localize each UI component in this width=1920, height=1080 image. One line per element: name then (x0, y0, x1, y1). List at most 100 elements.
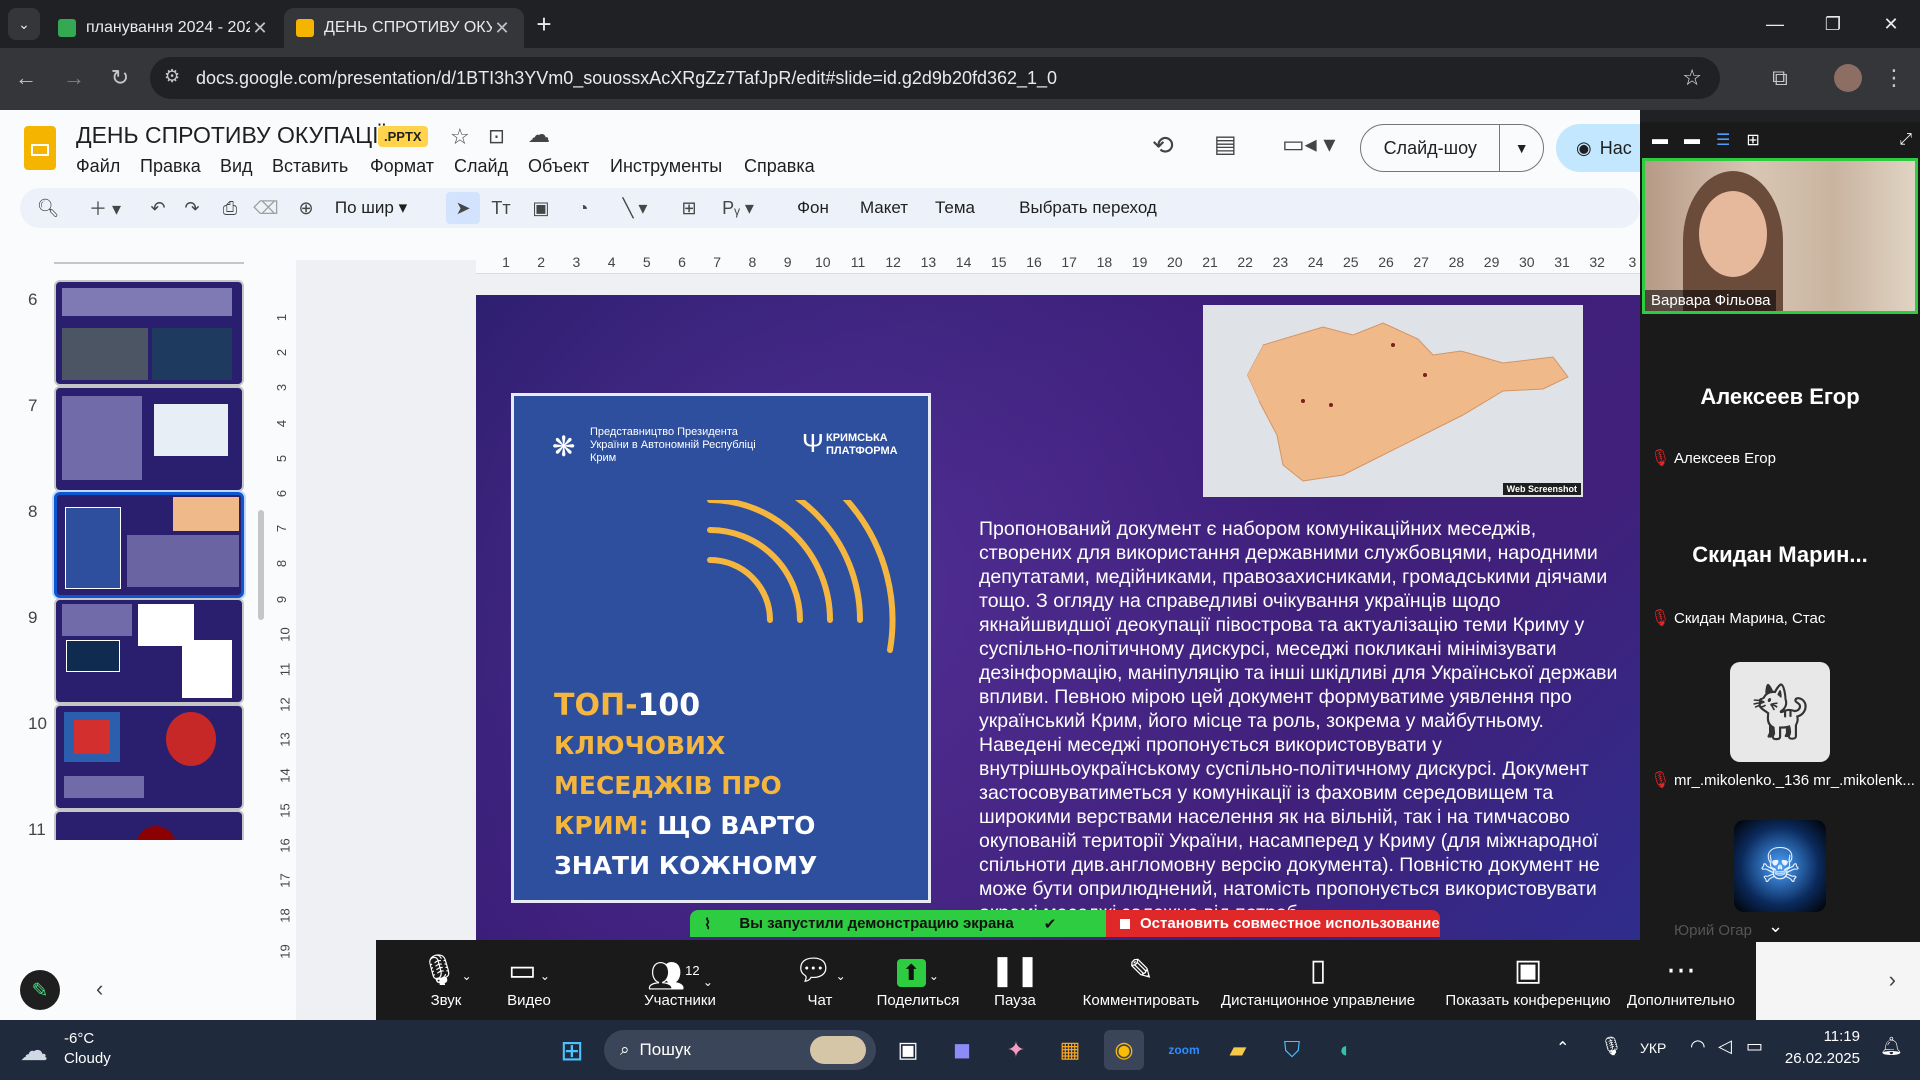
defender-icon[interactable]: ⛉ (1272, 1030, 1312, 1070)
version-history-icon[interactable]: ⟲ (1152, 130, 1174, 161)
slide-thumbnail-selected[interactable] (54, 492, 244, 598)
layout-button[interactable]: Макет (852, 192, 916, 224)
minimize-panel-icon[interactable]: ▬ (1652, 131, 1668, 149)
stop-sharing-button[interactable]: Остановить совместное использование (1106, 910, 1440, 937)
menu-file[interactable]: Файл (76, 156, 120, 177)
minimize-icon[interactable]: — (1746, 0, 1804, 48)
search-menus-icon[interactable]: 🔍︎ (34, 192, 62, 224)
menu-object[interactable]: Объект (528, 156, 589, 177)
audio-button[interactable]: 🎙︎ ⌄ Звук (410, 940, 482, 1020)
print-icon[interactable]: ⎙ (216, 192, 244, 224)
background-button[interactable]: Фон (788, 192, 838, 224)
annotate-button[interactable]: ✎ Комментировать (1076, 940, 1206, 1020)
clock-date[interactable]: 26.02.2025 (1770, 1050, 1860, 1067)
self-video-tile[interactable]: Варвара Фільова (1642, 158, 1918, 314)
tray-chevron-icon[interactable]: ⌃ (1556, 1038, 1569, 1058)
speaker-view-icon[interactable]: ▬ (1684, 131, 1700, 149)
new-tab-button[interactable]: + (528, 8, 560, 40)
more-button[interactable]: ⋯ Дополнительно (1626, 940, 1736, 1020)
theme-button[interactable]: Тема (930, 192, 980, 224)
file-explorer-icon[interactable]: ▰ (1218, 1030, 1258, 1070)
select-tool-icon[interactable]: ➤ (446, 192, 480, 224)
chrome-menu-icon[interactable]: ⋮ (1876, 60, 1912, 96)
menu-slide[interactable]: Слайд (454, 156, 508, 177)
menu-help[interactable]: Справка (744, 156, 815, 177)
scroll-down-icon[interactable]: ⌄ (1768, 916, 1783, 937)
teams-icon[interactable]: ◼ (942, 1030, 982, 1070)
toolbar-expand-area[interactable]: › (1756, 940, 1920, 1020)
copilot-icon[interactable]: ✦ (996, 1030, 1036, 1070)
bookmark-star-icon[interactable]: ☆ (1682, 65, 1702, 91)
share-button[interactable]: ◉ Нас (1556, 124, 1640, 172)
address-bar[interactable]: ⚙ docs.google.com/presentation/d/1BTI3h3… (150, 57, 1720, 99)
remote-control-button[interactable]: ▯ Дистанционное управление (1218, 940, 1418, 1020)
menu-insert[interactable]: Вставить (272, 156, 348, 177)
move-folder-icon[interactable]: ⊡ (488, 124, 505, 149)
browser-tab-active[interactable]: ДЕНЬ СПРОТИВУ ОКУПАЦІЇ.pp ✕ (284, 8, 524, 48)
slide-thumbnail[interactable] (54, 598, 244, 704)
transition-button[interactable]: Выбрать переход (1008, 192, 1168, 224)
site-info-icon[interactable]: ⚙ (164, 66, 180, 87)
collapse-filmstrip-icon[interactable]: ‹ (96, 976, 103, 1002)
back-icon[interactable]: ← (8, 60, 44, 96)
document-cover-image[interactable]: ❋ Представництво Президента України в Ав… (511, 393, 931, 903)
chrome-icon[interactable]: ◉ (1104, 1030, 1144, 1070)
close-window-icon[interactable]: ✕ (1862, 0, 1920, 48)
redo-icon[interactable]: ↷ (178, 192, 206, 224)
shape-icon[interactable]: ◔ (568, 192, 598, 224)
wifi-icon[interactable]: ◠ (1690, 1036, 1706, 1057)
reload-icon[interactable]: ↻ (102, 60, 138, 96)
slide-thumbnail[interactable] (54, 704, 244, 810)
text-box-icon[interactable]: Tт (486, 192, 516, 224)
thumb-partial-5[interactable] (54, 260, 244, 264)
zoom-icon[interactable]: ⊕ (292, 192, 320, 224)
battery-icon[interactable]: ▭ (1746, 1036, 1763, 1057)
forward-icon[interactable]: → (56, 60, 92, 96)
slide-body-text[interactable]: Пропонований документ є набором комуніка… (979, 517, 1619, 925)
task-view-icon[interactable]: ▣ (888, 1030, 928, 1070)
slide-thumbnail[interactable] (54, 280, 244, 386)
menu-edit[interactable]: Правка (140, 156, 201, 177)
clock-time[interactable]: 11:19 (1800, 1028, 1860, 1045)
input-tools-icon[interactable]: Pᵧ ▾ (716, 192, 760, 224)
chat-button[interactable]: 💬︎ ⌄ Чат (780, 940, 860, 1020)
gallery-view-icon[interactable]: ⊞ (1746, 130, 1759, 150)
crimea-map-image[interactable]: Web Screenshot (1203, 305, 1583, 497)
comments-icon[interactable]: ▤ (1214, 130, 1237, 159)
line-icon[interactable]: ╲ ▾ (610, 192, 660, 224)
slide-thumbnail[interactable] (54, 810, 244, 840)
zoom-select[interactable]: По шир ▾ (326, 192, 416, 224)
video-button[interactable]: ▭ ⌄ Видео (484, 940, 574, 1020)
close-tab-icon[interactable]: ✕ (250, 18, 270, 39)
tab-search-button[interactable]: ⌄ (8, 8, 40, 40)
tray-mic-icon[interactable]: 🎙︎ (1600, 1036, 1623, 1057)
weather-widget[interactable]: ☁ -6°C Cloudy (20, 1028, 140, 1072)
expand-panel-icon[interactable]: ⤢ (1899, 131, 1912, 149)
share-screen-button[interactable]: ⬆ ⌄ Поделиться (868, 940, 968, 1020)
slideshow-button[interactable]: Слайд-шоу ▼ (1360, 124, 1544, 172)
participants-button[interactable]: 👥︎12 ⌄ Участники (620, 940, 740, 1020)
extensions-icon[interactable]: ⧉ (1762, 60, 1798, 96)
browser-tab[interactable]: планування 2024 - 2025 – Goo ✕ (46, 8, 282, 48)
pause-button[interactable]: ❚❚ Пауза (980, 940, 1050, 1020)
paint-format-icon[interactable]: ⌫ (252, 192, 280, 224)
meet-video-icon[interactable]: ▭◂ ▾ (1282, 130, 1335, 159)
zoom-app-icon[interactable]: zoom (1164, 1030, 1204, 1070)
image-icon[interactable]: ▣ (526, 192, 556, 224)
new-slide-button[interactable]: ＋ ▾ (80, 192, 130, 224)
taskbar-search[interactable]: ⌕ Пошук (604, 1030, 876, 1070)
strip-view-icon[interactable]: ☰ (1716, 130, 1730, 150)
comment-add-icon[interactable]: ⊞ (674, 192, 704, 224)
document-title[interactable]: ДЕНЬ СПРОТИВУ ОКУПАЦІЇ (76, 122, 385, 149)
start-menu-icon[interactable]: ⊞ (552, 1030, 592, 1070)
star-icon[interactable]: ☆ (450, 124, 470, 150)
chevron-down-icon[interactable]: ▼ (1499, 124, 1543, 172)
cloud-status-icon[interactable]: ☁ (528, 122, 550, 148)
restore-icon[interactable]: ❐ (1804, 0, 1862, 48)
volume-icon[interactable]: ◁ (1718, 1036, 1732, 1057)
show-meeting-button[interactable]: ▣ Показать конференцию (1438, 940, 1618, 1020)
edit-pencil-fab[interactable]: ✎ (20, 970, 60, 1010)
slide-filmstrip[interactable]: 6 7 8 9 10 11 (0, 260, 264, 1020)
edge-icon[interactable]: ◐ (1326, 1030, 1366, 1070)
chevron-right-icon[interactable]: › (1889, 967, 1896, 993)
